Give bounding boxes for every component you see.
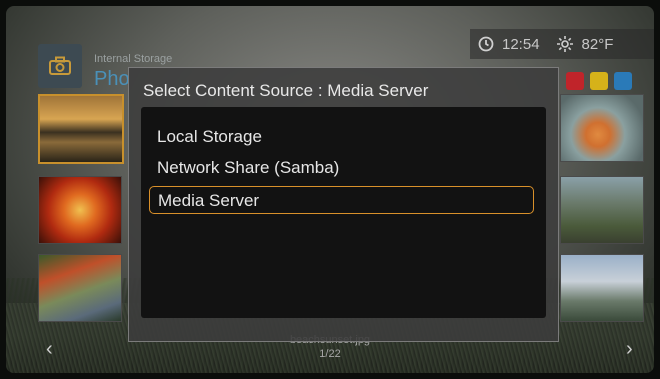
dialog-title: Select Content Source : Media Server bbox=[143, 81, 429, 100]
sun-icon bbox=[556, 36, 573, 52]
color-buttons bbox=[566, 72, 632, 90]
photo-thumbnail[interactable] bbox=[560, 254, 644, 322]
photo-thumbnail[interactable] bbox=[560, 94, 644, 162]
status-bar: 12:54 82°F bbox=[470, 29, 654, 59]
photo-thumbnail[interactable] bbox=[38, 176, 122, 244]
photo-thumbnail[interactable] bbox=[38, 94, 124, 164]
storage-label: Internal Storage bbox=[94, 53, 173, 65]
photo-thumbnail[interactable] bbox=[38, 254, 122, 322]
file-count: 1/22 bbox=[319, 348, 341, 360]
blue-button[interactable] bbox=[614, 72, 632, 90]
photo-thumbnail[interactable] bbox=[560, 176, 644, 244]
page-title: Pho bbox=[94, 68, 130, 90]
tv-screen: Internal Storage Pho 12:54 82°F ‹ › 1/22… bbox=[6, 6, 654, 373]
option-local-storage[interactable]: Local Storage bbox=[149, 123, 534, 151]
red-button[interactable] bbox=[566, 72, 584, 90]
clock-time: 12:54 bbox=[502, 35, 540, 53]
camera-icon bbox=[38, 44, 82, 88]
option-network-share[interactable]: Network Share (Samba) bbox=[149, 154, 534, 182]
source-list: Local Storage Network Share (Samba) Medi… bbox=[141, 107, 546, 318]
weather-temperature: 82°F bbox=[581, 35, 614, 53]
clock-icon bbox=[478, 36, 494, 52]
yellow-button[interactable] bbox=[590, 72, 608, 90]
content-source-dialog: Select Content Source : Media Server Loc… bbox=[128, 67, 559, 342]
option-media-server[interactable]: Media Server bbox=[149, 186, 534, 214]
